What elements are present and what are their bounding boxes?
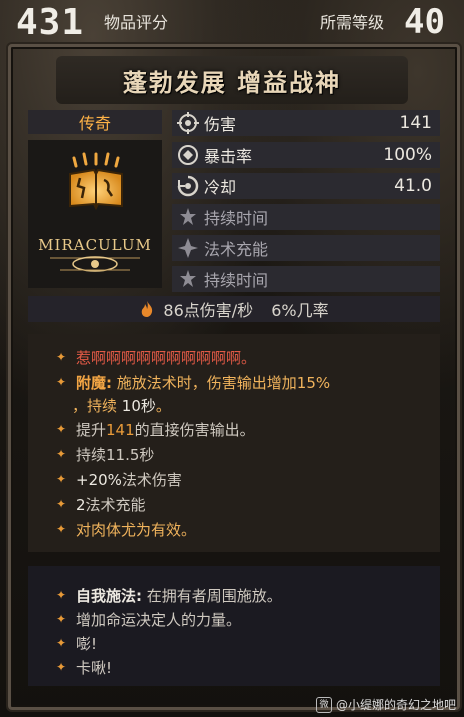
- effects-panel: ✦ 惹啊啊啊啊啊啊啊啊啊啊。 ✦ 附魔: 施放法术时，伤害输出增加15% ，持续…: [28, 334, 440, 552]
- dps-chance: 6%几率: [271, 301, 329, 320]
- stat-value: 141: [399, 113, 432, 133]
- bullet-icon: ✦: [56, 497, 67, 511]
- item-score-label: 物品评分: [104, 13, 169, 32]
- effect-line: 对肉体尤为有效。: [76, 521, 197, 539]
- stat-label: 法术充能: [204, 240, 269, 259]
- watermark-text: @小缇娜的奇幻之地吧: [335, 698, 456, 712]
- duration-icon: [180, 270, 196, 287]
- crit-icon: [178, 145, 198, 165]
- tooltip-header: 431 物品评分 所需等级 40: [0, 0, 464, 44]
- stat-value: 100%: [383, 145, 432, 165]
- self-cast-line: 增加命运决定人的力量。: [76, 611, 242, 629]
- stat-row-damage: 伤害 141: [172, 110, 440, 136]
- effect-line: 提升141的直接伤害输出。: [76, 421, 255, 439]
- weibo-icon: 微: [315, 696, 332, 713]
- stat-row-spell-charge: 法术充能: [172, 235, 440, 261]
- bullet-icon: ✦: [56, 472, 67, 486]
- stat-label: 持续时间: [204, 271, 269, 290]
- effect-line: 附魔: 施放法术时，伤害输出增加15%: [76, 372, 330, 393]
- svg-text:MIRACULUM: MIRACULUM: [38, 236, 152, 254]
- stat-row-crit: 暴击率 100%: [172, 142, 440, 168]
- enchant-text: 施放法术时，伤害输出增加15%: [116, 374, 331, 392]
- damage-icon: [177, 112, 199, 134]
- stat-label: 暴击率: [204, 147, 253, 166]
- bullet-icon: ✦: [56, 522, 67, 536]
- effect-line-cont: ，持续 10秒。: [72, 397, 171, 415]
- watermark: 微 @小缇娜的奇幻之地吧: [315, 696, 456, 713]
- stat-label: 冷却: [204, 178, 237, 197]
- stat-label: 持续时间: [204, 209, 269, 228]
- effect-line: 持续11.5秒: [76, 446, 155, 464]
- self-cast-line: 卡啾!: [76, 659, 113, 677]
- item-title: 蓬勃发展 增益战神: [122, 68, 342, 97]
- item-title-bar: 蓬勃发展 增益战神: [56, 56, 408, 104]
- self-cast-panel: ✦ 自我施法: 在拥有者周围施放。 ✦ 增加命运决定人的力量。 ✦ 嘭! ✦ 卡…: [28, 566, 440, 686]
- bullet-icon: ✦: [56, 350, 67, 364]
- bullet-icon: ✦: [56, 375, 67, 389]
- stat-value: 41.0: [394, 176, 432, 196]
- duration-icon: [180, 208, 196, 225]
- stat-row-duration: 持续时间: [172, 204, 440, 230]
- dps-value: 86点伤害/秒: [163, 301, 254, 320]
- self-cast-line: 自我施法: 在拥有者周围施放。: [76, 587, 282, 605]
- required-level-value: 40: [404, 2, 445, 42]
- stat-label: 伤害: [204, 115, 237, 134]
- rarity-label: 传奇: [28, 110, 162, 134]
- stat-row-cooldown: 冷却 41.0: [172, 173, 440, 199]
- bullet-icon: ✦: [56, 447, 67, 461]
- effect-line: 惹啊啊啊啊啊啊啊啊啊啊。: [76, 349, 257, 367]
- bullet-icon: ✦: [56, 660, 67, 674]
- stat-row-duration-2: 持续时间: [172, 266, 440, 292]
- self-cast-line: 嘭!: [76, 635, 98, 653]
- enchant-prefix: 附魔:: [76, 374, 112, 392]
- bullet-icon: ✦: [56, 588, 67, 602]
- bullet-icon: ✦: [56, 636, 67, 650]
- bullet-icon: ✦: [56, 422, 67, 436]
- item-score-value: 431: [16, 2, 85, 43]
- bullet-icon: ✦: [56, 612, 67, 626]
- miraculum-logo: MIRACULUM: [38, 236, 152, 272]
- glowing-book-icon: [69, 152, 123, 211]
- spell-charge-icon: [178, 238, 198, 258]
- dps-summary: 86点伤害/秒 6%几率: [28, 296, 440, 322]
- item-icon-box: MIRACULUM: [28, 140, 162, 288]
- flame-icon: [142, 301, 153, 317]
- cooldown-icon: [177, 175, 199, 197]
- effect-line: 2法术充能: [76, 496, 146, 514]
- effect-line: +20%法术伤害: [76, 471, 182, 489]
- required-level-label: 所需等级: [320, 13, 385, 32]
